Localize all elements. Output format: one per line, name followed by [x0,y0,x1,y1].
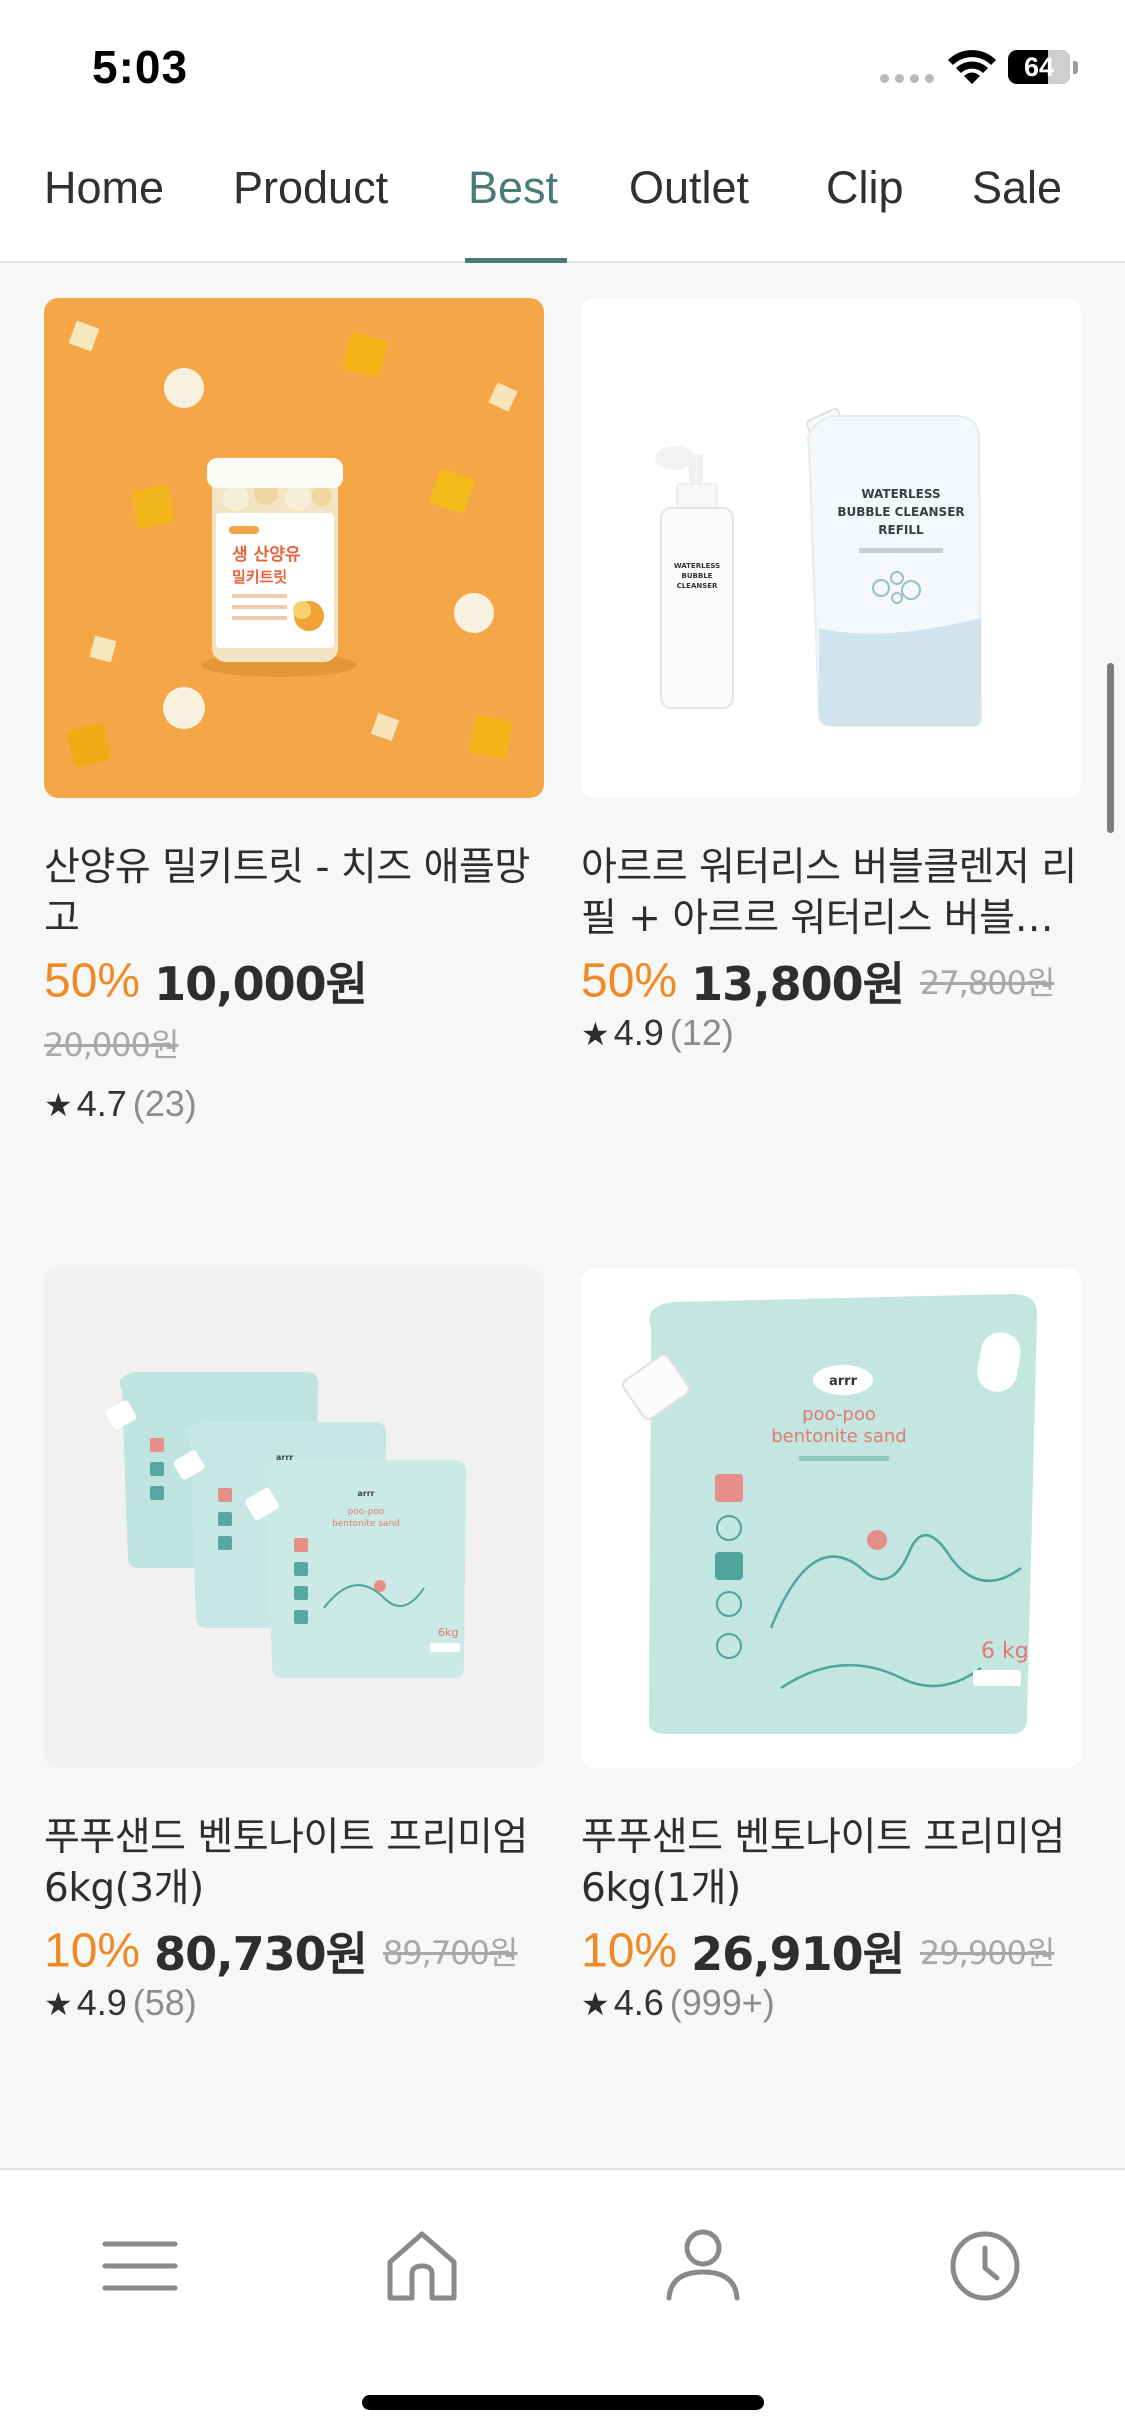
discount-rate: 10% [581,1924,678,1978]
product-grid: 생 산양유 밀키트릿 산양유 밀키트릿 - 치즈 애플망고 50% 10,000원… [0,263,1125,2168]
home-icon [387,2231,457,2301]
review-count: (999+) [669,1982,775,2023]
bottle-label-line1: WATERLESS [674,562,720,570]
scrollbar[interactable] [1107,663,1114,833]
tab-outlet[interactable]: Outlet [629,162,749,214]
price-row: 50% 13,800원 27,800원 [581,948,1101,1018]
tab-best[interactable]: Best [468,162,558,214]
star-icon: ★ [581,1015,610,1053]
discount-rate: 50% [44,954,141,1008]
tab-product[interactable]: Product [233,162,388,214]
review-count: (58) [132,1982,197,2023]
product-image[interactable]: 생 산양유 밀키트릿 [44,298,544,798]
home-indicator[interactable] [362,2395,764,2410]
profile-icon [666,2229,740,2301]
price-row: 50% 10,000원 [44,948,564,1018]
original-price: 29,900원 [919,1934,1055,1972]
product-title[interactable]: 아르르 워터리스 버블클렌저 리필 + 아르르 워터리스 버블클렌저 [581,842,1081,944]
refill-label-line2: BUBBLE CLEANSER [837,505,964,519]
home-button[interactable] [372,2214,472,2314]
price-row: 10% 26,910원 29,900원 [581,1918,1101,1988]
status-bar: 5:03 64 [0,0,1125,135]
battery-level: 64 [1023,52,1055,82]
status-time: 5:03 [92,41,189,93]
product-title[interactable]: 푸푸샌드 벤토나이트 프리미엄 6kg(3개) [44,1812,544,1914]
battery-nub [1073,61,1078,74]
sale-price: 10,000원 [154,957,368,1011]
svg-text:bentonite sand: bentonite sand [332,1519,400,1529]
review-count: (23) [132,1083,197,1124]
refill-label-line1: WATERLESS [861,487,940,501]
original-price: 27,800원 [919,964,1055,1002]
rating-score: 4.6 [613,1982,664,2023]
bag-brand-text: arrr [829,1374,858,1389]
bottle-label-line3: CLEANSER [677,582,718,590]
rating: ★ 4.7 (23) [44,1083,197,1125]
goat-milk-treat-jar-image: 생 산양유 밀키트릿 [44,298,544,798]
original-price: 89,700원 [382,1934,518,1972]
signal-icon [880,74,934,83]
rating: ★ 4.9 (58) [44,1982,197,2024]
product-image[interactable]: arrr poo-poo bentonite sand 6 kg [581,1268,1081,1768]
svg-text:생 산양유: 생 산양유 [232,545,301,565]
rating: ★ 4.6 (999+) [581,1982,775,2024]
svg-text:poo-poo: poo-poo [348,1507,385,1517]
profile-button[interactable] [653,2214,753,2314]
review-count: (12) [669,1012,734,1053]
bag-line2-text: bentonite sand [771,1426,906,1447]
bubble-cleanser-refill-image: WATERLESS BUBBLE CLEANSER WATERLESS BUBB… [581,298,1081,798]
rating-score: 4.9 [76,1982,127,2023]
svg-text:arrr: arrr [357,1489,374,1498]
svg-text:밀키트릿: 밀키트릿 [232,568,287,586]
star-icon: ★ [581,1985,610,2023]
bentonite-sand-bags-image: arrr arrr poo-poo bentonite sand 6kg [44,1268,544,1768]
category-tabs: Home Product Best Outlet Clip Sale [0,135,1125,263]
battery-icon: 64 [1008,50,1070,84]
menu-button[interactable] [90,2214,190,2314]
bottom-nav [0,2168,1125,2436]
tab-home[interactable]: Home [44,162,164,214]
menu-icon [102,2241,178,2291]
rating-score: 4.9 [613,1012,664,1053]
bag-weight-text: 6 kg [981,1639,1029,1664]
rating-score: 4.7 [76,1083,127,1124]
wifi-icon [948,50,996,84]
star-icon: ★ [44,1086,73,1124]
sale-price: 26,910원 [691,1927,905,1981]
product-image[interactable]: arrr arrr poo-poo bentonite sand 6kg [44,1268,544,1768]
price-row: 10% 80,730원 89,700원 [44,1918,564,1988]
discount-rate: 10% [44,1924,141,1978]
star-icon: ★ [44,1985,73,2023]
svg-text:6kg: 6kg [438,1626,458,1639]
original-price: 20,000원 [44,1026,179,1064]
product-image[interactable]: WATERLESS BUBBLE CLEANSER WATERLESS BUBB… [581,298,1081,798]
recent-button[interactable] [935,2214,1035,2314]
tab-sale[interactable]: Sale [972,162,1062,214]
product-title[interactable]: 푸푸샌드 벤토나이트 프리미엄 6kg(1개) [581,1812,1081,1914]
bag-line1-text: poo-poo [802,1404,876,1425]
clock-icon [950,2231,1020,2301]
sale-price: 13,800원 [691,957,905,1011]
bentonite-sand-bag-image: arrr poo-poo bentonite sand 6 kg [581,1268,1081,1768]
tab-clip[interactable]: Clip [826,162,904,214]
rating: ★ 4.9 (12) [581,1012,734,1054]
product-title[interactable]: 산양유 밀키트릿 - 치즈 애플망고 [44,842,544,944]
sale-price: 80,730원 [154,1927,368,1981]
refill-label-line3: REFILL [878,523,924,537]
bottle-label-line2: BUBBLE [682,572,713,580]
discount-rate: 50% [581,954,678,1008]
